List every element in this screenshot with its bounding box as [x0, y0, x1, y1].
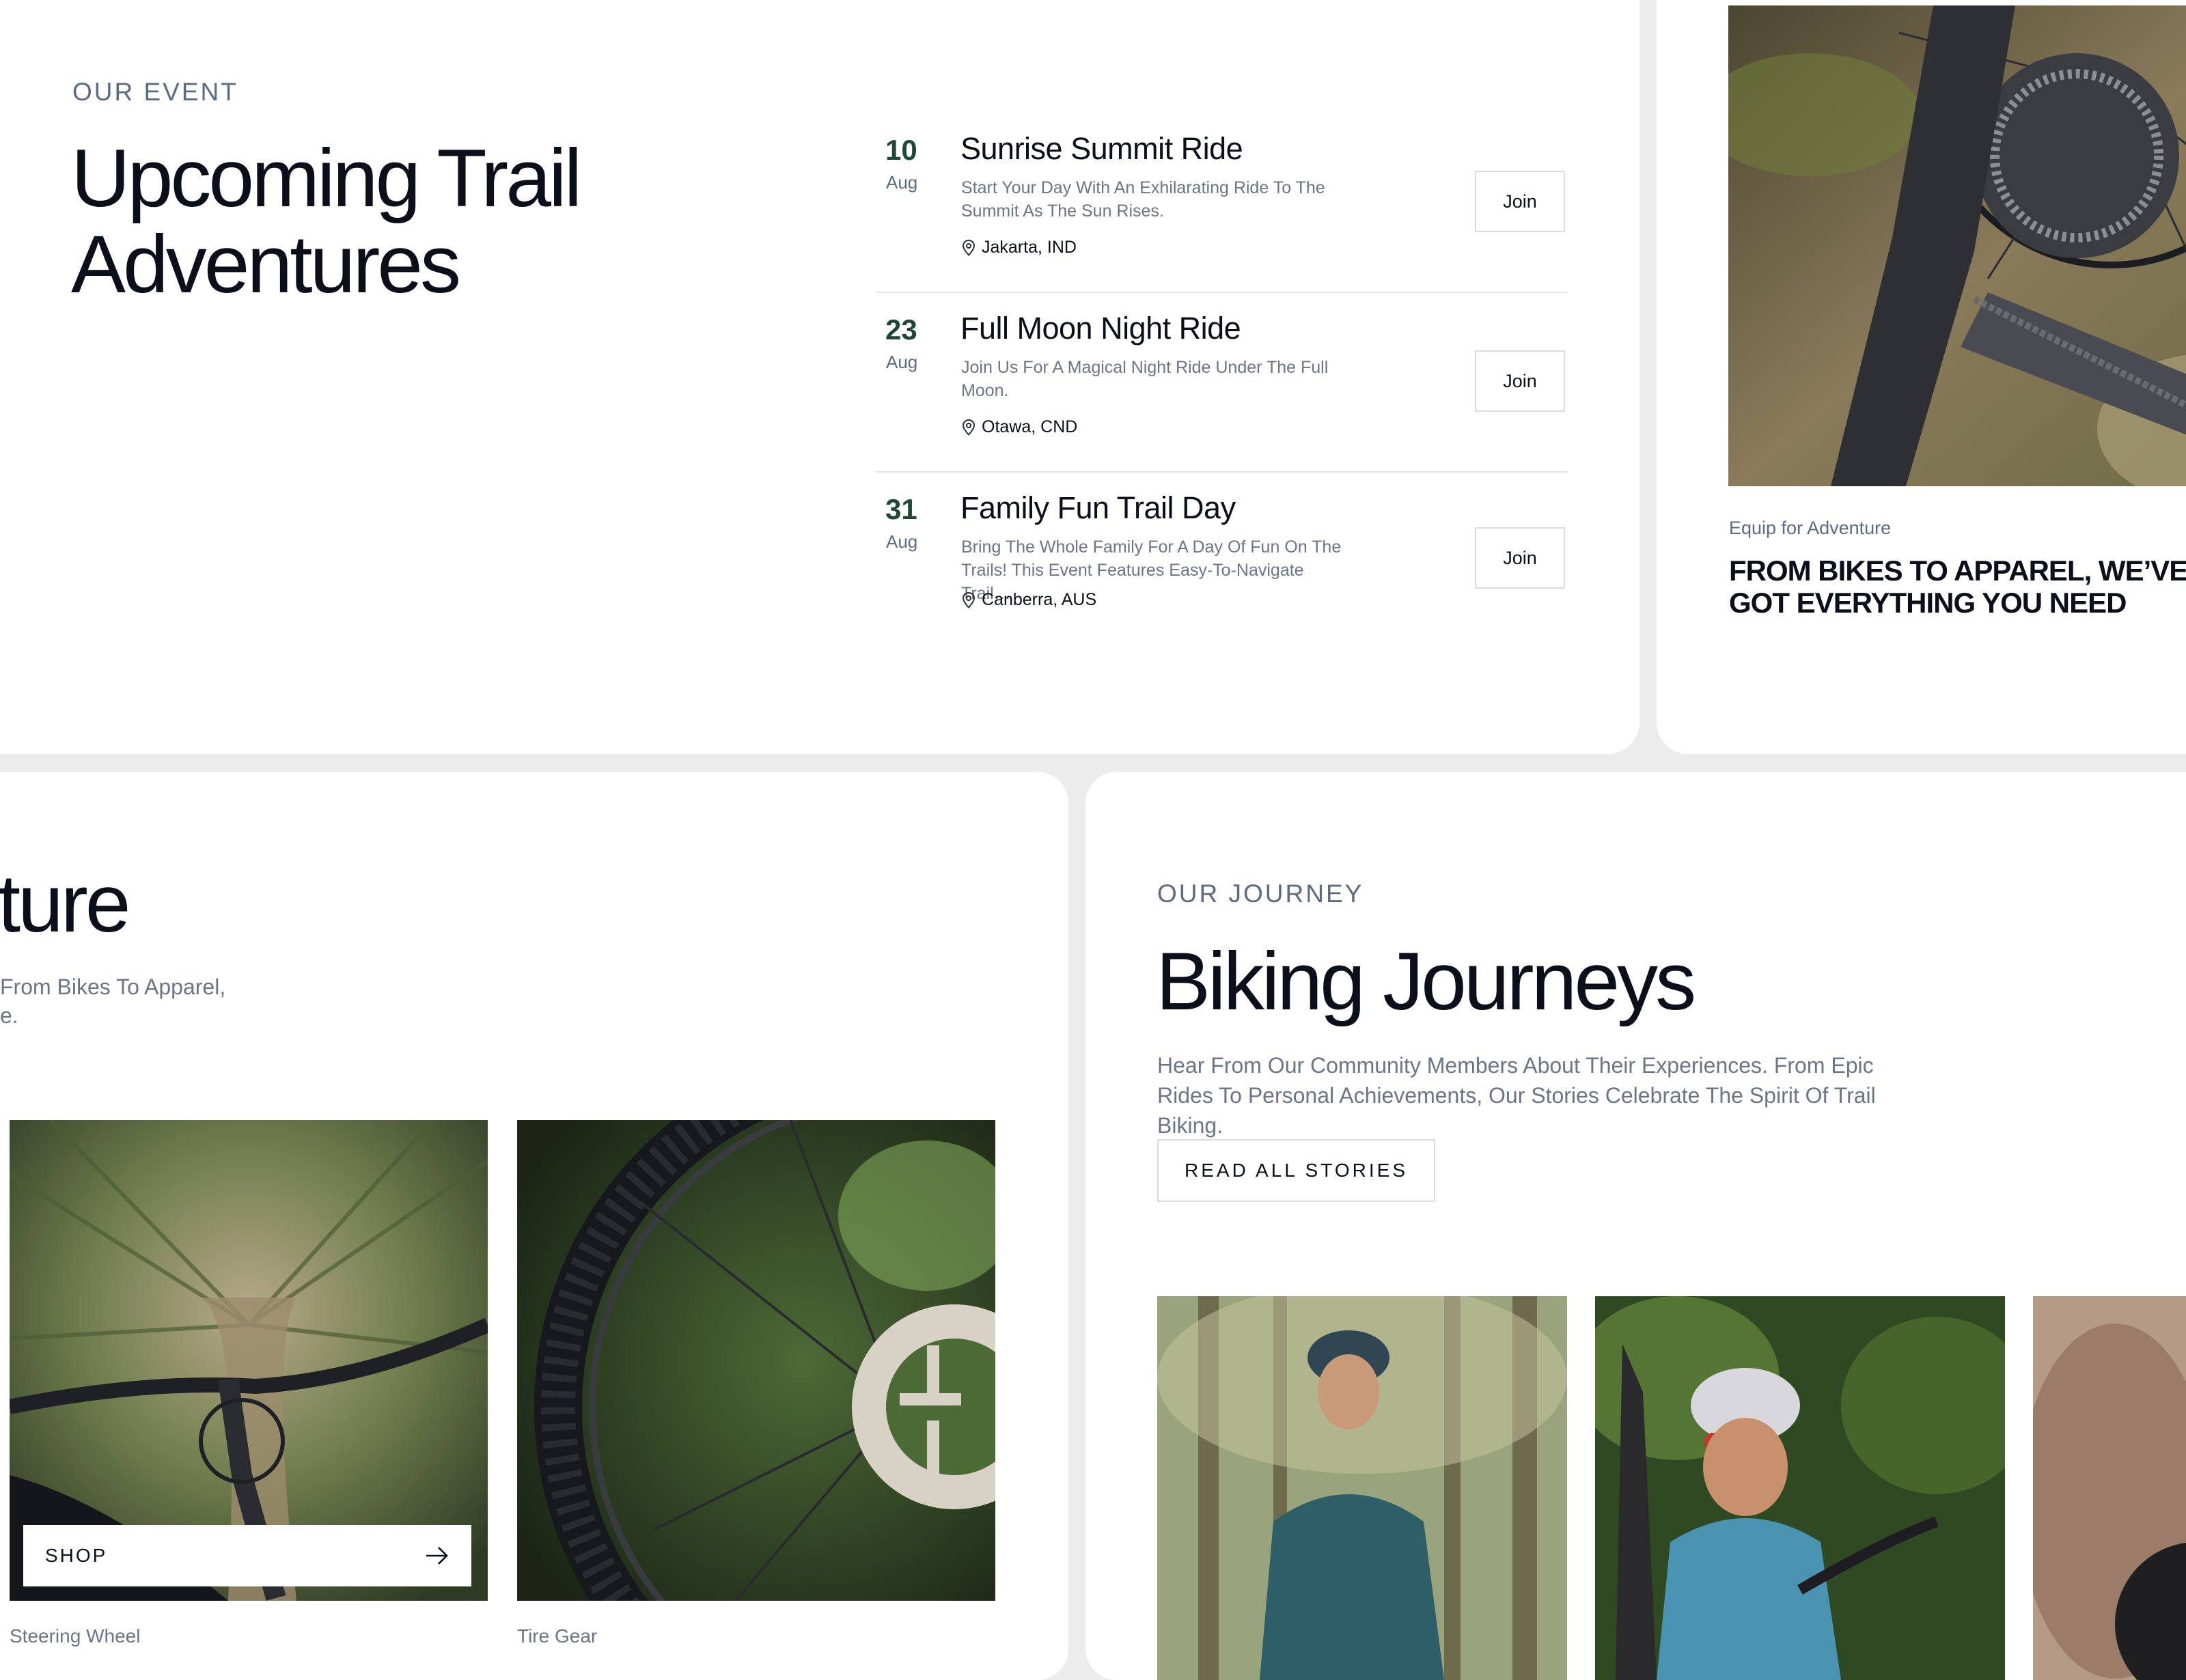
shop-panel: nture From Bikes To Apparel, e. SHOP [0, 772, 1068, 1680]
event-day: 23 [885, 313, 917, 346]
event-month: Aug [886, 531, 918, 552]
location-pin-icon [962, 419, 976, 436]
journey-eyebrow: OUR JOURNEY [1157, 880, 1364, 908]
tire-photo[interactable] [517, 1120, 995, 1601]
event-divider [876, 471, 1568, 473]
join-button[interactable]: Join [1475, 527, 1565, 589]
bike-chain-photo [1728, 5, 2186, 486]
events-panel: OUR EVENT Upcoming Trail Adventures 10 A… [0, 0, 1640, 754]
event-location: Jakarta, IND [961, 238, 1077, 257]
story-photo[interactable] [1157, 1296, 1567, 1680]
event-item: 10 [885, 134, 917, 167]
event-divider [876, 292, 1568, 293]
join-button[interactable]: Join [1475, 171, 1565, 232]
equip-panel: Equip for Adventure FROM BIKES TO APPARE… [1657, 0, 2186, 754]
journey-description: Hear From Our Community Members About Th… [1157, 1053, 1876, 1138]
equip-headline: FROM BIKES TO APPAREL, WE’VE GOT EVERYTH… [1729, 555, 2186, 619]
events-eyebrow: OUR EVENT [72, 78, 238, 106]
location-pin-icon [962, 591, 976, 608]
event-title: Full Moon Night Ride [960, 311, 1241, 346]
event-title: Family Fun Trail Day [960, 490, 1236, 525]
event-month: Aug [886, 172, 918, 193]
shop-subtitle-line2: e. [0, 1003, 18, 1028]
shop-button-label: SHOP [45, 1545, 108, 1566]
event-location: Otawa, CND [961, 417, 1077, 437]
location-pin-icon [962, 239, 976, 256]
events-title: Upcoming Trail Adventures [71, 132, 582, 310]
equip-label: Equip for Adventure [1729, 518, 1892, 538]
event-location-text: Jakarta, IND [982, 238, 1077, 257]
join-button[interactable]: Join [1475, 350, 1565, 412]
story-photo[interactable] [2033, 1296, 2186, 1680]
journey-panel: OUR JOURNEY Biking Journeys Hear From Ou… [1085, 772, 2186, 1680]
shop-button[interactable]: SHOP [23, 1525, 471, 1586]
event-day: 10 [885, 134, 917, 166]
shop-title: nture [0, 858, 131, 949]
event-month: Aug [886, 352, 918, 372]
arrow-right-icon [426, 1547, 448, 1565]
event-description: Join Us For A Magical Night Ride Under T… [961, 358, 1329, 400]
event-day: 31 [885, 493, 917, 525]
product-caption: Steering Wheel [10, 1625, 141, 1647]
event-location: Canberra, AUS [961, 590, 1096, 610]
event-location-text: Otawa, CND [982, 417, 1078, 436]
shop-subtitle-line1: From Bikes To Apparel, [0, 975, 226, 999]
story-photo[interactable] [1595, 1296, 2005, 1680]
product-caption: Tire Gear [517, 1625, 598, 1647]
event-location-text: Canberra, AUS [982, 590, 1097, 609]
event-title: Sunrise Summit Ride [960, 131, 1243, 166]
journey-title: Biking Journeys [1156, 936, 1696, 1027]
events-title-line1: Upcoming Trail [71, 132, 582, 224]
event-description: Start Your Day With An Exhilarating Ride… [961, 178, 1325, 221]
read-all-stories-button[interactable]: READ ALL STORIES [1157, 1139, 1435, 1202]
events-title-line2: Adventures [71, 219, 461, 310]
